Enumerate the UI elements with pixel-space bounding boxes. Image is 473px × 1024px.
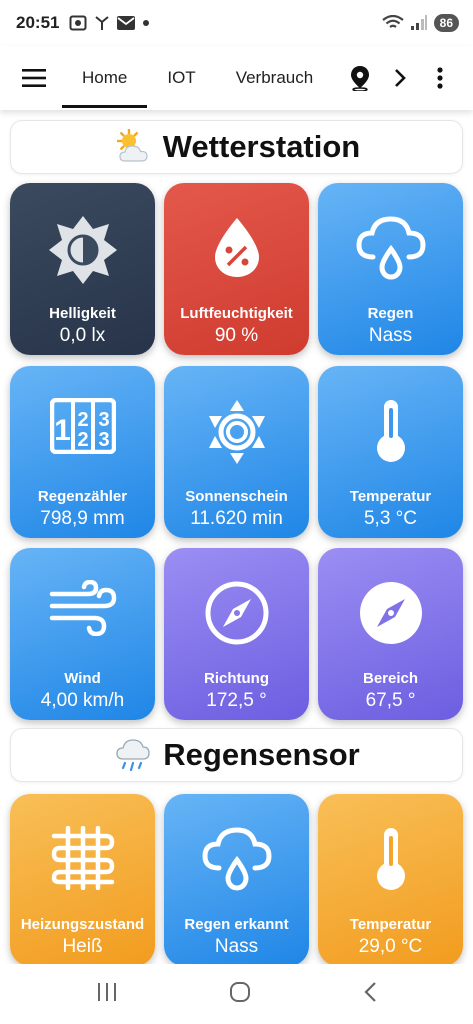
app-bar: Home IOT Verbrauch <box>0 46 473 110</box>
sun-icon <box>208 400 265 464</box>
svg-text:2: 2 <box>77 429 88 451</box>
tile-label: Heizungszustand <box>20 916 145 933</box>
tile-value: 172,5 ° <box>206 690 267 711</box>
tile-value: Heiß <box>62 936 103 957</box>
tab-label: Verbrauch <box>235 68 314 87</box>
home-circle-icon <box>230 981 251 1002</box>
section-title: Regensensor <box>163 737 360 772</box>
tile-value: 67,5 ° <box>365 690 416 711</box>
tab-iot[interactable]: IOT <box>147 46 215 110</box>
tile-label: Richtung <box>204 670 269 687</box>
tile-value: Nass <box>214 936 259 957</box>
compass-icon <box>205 581 268 645</box>
tile-label: Sonnenschein <box>185 488 288 505</box>
wind-icon <box>49 580 116 636</box>
tile-bereich[interactable]: Bereich 67,5 ° <box>318 548 463 720</box>
overflow-menu-button[interactable] <box>423 58 457 98</box>
menu-button[interactable] <box>6 46 62 110</box>
svg-text:3: 3 <box>98 409 109 431</box>
scroll-tabs-right-button[interactable] <box>383 58 417 98</box>
tile-label: Temperatur <box>349 916 432 933</box>
tile-heizungszustand[interactable]: Heizungszustand Heiß <box>10 794 155 964</box>
humidity-drop-icon <box>214 218 259 277</box>
back-chevron-icon <box>364 981 376 1002</box>
tile-label: Bereich <box>362 670 419 687</box>
tile-value: 4,00 km/h <box>40 690 125 711</box>
section-header-regensensor: Regensensor <box>10 728 463 782</box>
signal-icon <box>410 15 427 30</box>
svg-text:1: 1 <box>54 414 71 447</box>
tile-regenzaehler[interactable]: 1 2 2 3 3 Regenzähler 798,9 mm <box>10 366 155 538</box>
recent-apps-button[interactable] <box>96 982 118 1007</box>
tab-label: Home <box>82 68 128 87</box>
cloud-rain-icon <box>201 827 272 891</box>
cloud-with-rain-icon <box>116 739 150 772</box>
tile-richtung[interactable]: Richtung 172,5 ° <box>164 548 309 720</box>
back-button[interactable] <box>363 981 377 1008</box>
section-header-wetterstation: Wetterstation <box>10 120 463 174</box>
more-vert-icon <box>437 67 443 89</box>
home-button[interactable] <box>229 981 251 1008</box>
tile-label: Temperatur <box>349 488 432 505</box>
battery-indicator: 86 <box>433 14 459 32</box>
tile-regen[interactable]: Regen Nass <box>318 183 463 355</box>
location-pin-icon <box>351 66 369 91</box>
tile-wind[interactable]: Wind 4,00 km/h <box>10 548 155 720</box>
tile-temperatur[interactable]: Temperatur 5,3 °C <box>318 366 463 538</box>
antenna-icon <box>95 16 110 30</box>
dot-icon <box>143 20 150 26</box>
hamburger-icon <box>22 69 46 87</box>
tile-value: 11.620 min <box>190 508 283 529</box>
status-bar: 20:51 86 <box>0 0 473 46</box>
wifi-icon <box>381 15 404 28</box>
tile-value: 5,3 °C <box>363 508 417 529</box>
tab-verbrauch[interactable]: Verbrauch <box>216 46 334 110</box>
thermometer-icon <box>376 828 405 890</box>
tile-label: Helligkeit <box>49 305 116 322</box>
tile-value: 0,0 lx <box>59 325 106 346</box>
location-button[interactable] <box>343 58 377 98</box>
tile-label: Luftfeuchtigkeit <box>180 305 293 322</box>
tab-label: IOT <box>167 68 196 87</box>
heating-coil-icon <box>51 826 114 890</box>
tile-helligkeit[interactable]: Helligkeit 0,0 lx <box>10 183 155 355</box>
tile-label: Regen <box>367 305 414 322</box>
status-time: 20:51 <box>16 13 60 32</box>
tile-value: 90 % <box>214 325 259 346</box>
section-title: Wetterstation <box>162 129 361 164</box>
tile-label: Regen erkannt <box>184 916 289 933</box>
system-nav-bar <box>0 964 473 1024</box>
compass-icon <box>359 582 422 644</box>
mail-icon <box>117 16 136 30</box>
chevron-right-icon <box>395 69 406 87</box>
counter-icon: 1 2 2 3 3 <box>49 398 116 454</box>
tile-label: Regenzähler <box>37 488 128 505</box>
svg-text:2: 2 <box>77 409 88 431</box>
svg-text:3: 3 <box>98 429 109 451</box>
tile-temperatur-regensensor[interactable]: Temperatur 29,0 °C <box>318 794 463 964</box>
tile-luftfeuchtigkeit[interactable]: Luftfeuchtigkeit 90 % <box>164 183 309 355</box>
tile-regen-erkannt[interactable]: Regen erkannt Nass <box>164 794 309 964</box>
tile-value: 798,9 mm <box>40 508 125 529</box>
cloud-rain-icon <box>355 216 426 280</box>
thermometer-icon <box>376 400 405 462</box>
brightness-icon <box>48 216 117 284</box>
dashboard-content[interactable]: Wetterstation Helligkeit 0,0 lx Luftfeuc… <box>0 110 473 964</box>
tile-label: Wind <box>64 670 101 687</box>
tab-home[interactable]: Home <box>62 46 148 110</box>
tile-value: 29,0 °C <box>358 936 423 957</box>
tile-sonnenschein[interactable]: Sonnenschein 11.620 min <box>164 366 309 538</box>
screenshot-icon <box>69 15 87 31</box>
recent-apps-icon <box>97 982 116 1001</box>
tile-value: Nass <box>368 325 413 346</box>
sun-behind-cloud-icon <box>116 129 148 162</box>
